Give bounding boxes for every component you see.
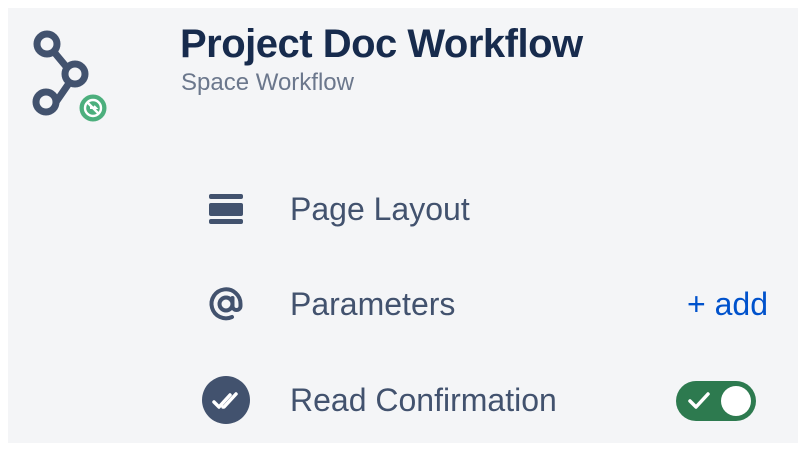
double-check-icon: [198, 372, 254, 428]
at-sign-icon: [198, 276, 254, 332]
page-layout-row[interactable]: Page Layout: [198, 181, 778, 237]
page-layout-icon: [198, 181, 254, 237]
add-parameter-link[interactable]: + add: [687, 286, 768, 323]
page-layout-label: Page Layout: [290, 191, 470, 227]
green-badge-icon: [76, 91, 110, 122]
page-title: Project Doc Workflow: [180, 22, 583, 66]
parameters-row: Parameters + add: [198, 276, 778, 332]
page-subtitle: Space Workflow: [181, 69, 354, 96]
read-confirmation-toggle[interactable]: [676, 381, 756, 421]
read-confirmation-label: Read Confirmation: [290, 382, 557, 418]
workflow-panel: Project Doc Workflow Space Workflow Page…: [8, 8, 798, 443]
workflow-logo-icon: [32, 30, 110, 122]
read-confirmation-row: Read Confirmation: [198, 372, 778, 428]
toggle-knob: [721, 386, 751, 416]
parameters-label: Parameters: [290, 286, 456, 322]
check-icon: [688, 392, 710, 409]
